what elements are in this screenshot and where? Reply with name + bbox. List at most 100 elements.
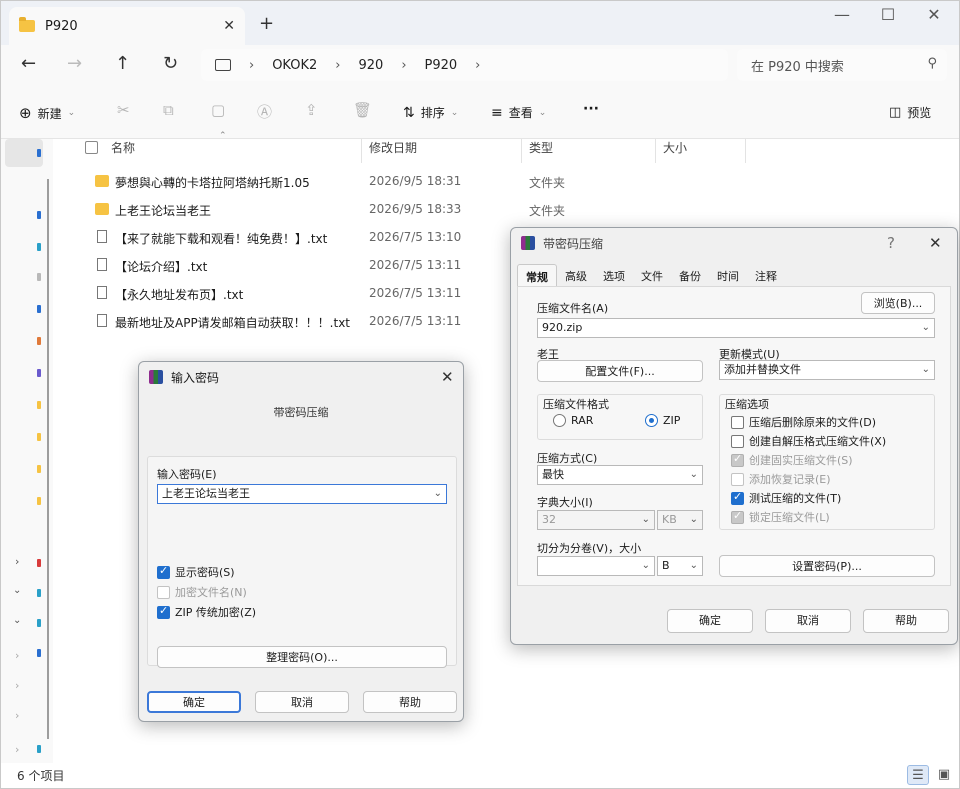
delete-after-checkbox[interactable]: 压缩后删除原来的文件(D) bbox=[731, 414, 876, 430]
zip-legacy-encryption-checkbox[interactable]: ZIP 传统加密(Z) bbox=[157, 604, 256, 620]
file-row[interactable]: 夢想與心轉的卡塔拉阿塔納托斯1.05 2026/9/5 18:31 文件夹 bbox=[89, 167, 689, 195]
copy-icon[interactable]: ⧉ bbox=[163, 101, 174, 119]
breadcrumb-920[interactable]: 920 bbox=[358, 58, 383, 73]
sidebar-item-icon[interactable] bbox=[37, 465, 41, 473]
sidebar-item-icon[interactable] bbox=[37, 559, 41, 567]
sidebar-item-icon[interactable] bbox=[37, 433, 41, 441]
share-icon[interactable]: ⇪ bbox=[305, 101, 318, 119]
delete-icon[interactable]: 🗑 bbox=[353, 101, 372, 119]
search-input[interactable]: 在 P920 中搜索 ⚲ bbox=[737, 49, 947, 81]
forward-icon[interactable]: → bbox=[67, 53, 82, 74]
address-bar[interactable]: › OKOK2 › 920 › P920 › bbox=[201, 49, 728, 81]
refresh-icon[interactable]: ↻ bbox=[163, 53, 178, 74]
column-header-size[interactable]: 大小 bbox=[663, 139, 687, 161]
browse-button[interactable]: 浏览(B)... bbox=[861, 292, 935, 314]
help-button[interactable]: 帮助 bbox=[363, 691, 457, 713]
sidebar-item-icon[interactable] bbox=[37, 149, 41, 157]
password-input[interactable]: 上老王论坛当老王 ⌄ bbox=[157, 484, 447, 504]
sidebar-item-icon[interactable] bbox=[37, 305, 41, 313]
format-rar-radio[interactable]: RAR bbox=[553, 414, 593, 427]
archive-name-field[interactable]: 920.zip ⌄ bbox=[537, 318, 935, 338]
close-icon[interactable]: ✕ bbox=[441, 368, 454, 386]
file-row[interactable]: 上老王论坛当老王 2026/9/5 18:33 文件夹 bbox=[89, 195, 689, 223]
sidebar-item-icon[interactable] bbox=[37, 619, 41, 627]
sidebar-item-icon[interactable] bbox=[37, 243, 41, 251]
chevron-right-icon[interactable]: › bbox=[15, 709, 19, 722]
maximize-icon[interactable]: ☐ bbox=[865, 5, 911, 24]
sfx-checkbox[interactable]: 创建自解压格式压缩文件(X) bbox=[731, 433, 886, 449]
ok-button[interactable]: 确定 bbox=[147, 691, 241, 713]
close-window-icon[interactable]: ✕ bbox=[911, 5, 957, 24]
chevron-right-icon[interactable]: › bbox=[15, 743, 19, 756]
split-size-input[interactable]: ⌄ bbox=[537, 556, 655, 576]
test-archive-checkbox[interactable]: 测试压缩的文件(T) bbox=[731, 490, 841, 506]
show-password-checkbox[interactable]: 显示密码(S) bbox=[157, 564, 235, 580]
compression-method-select[interactable]: 最快 ⌄ bbox=[537, 465, 703, 485]
paste-icon[interactable]: ▢ bbox=[211, 101, 225, 119]
column-header-date[interactable]: 修改日期 bbox=[369, 139, 417, 161]
cut-icon[interactable]: ✂ bbox=[117, 101, 130, 119]
column-divider[interactable] bbox=[361, 139, 362, 163]
column-divider[interactable] bbox=[745, 139, 746, 163]
chevron-down-icon[interactable]: ⌄ bbox=[922, 319, 930, 337]
encrypt-filenames-checkbox[interactable]: 加密文件名(N) bbox=[157, 584, 247, 600]
chevron-down-icon[interactable]: ⌄ bbox=[13, 585, 21, 596]
column-header-type[interactable]: 类型 bbox=[529, 139, 553, 161]
tab-close-icon[interactable]: ✕ bbox=[223, 18, 235, 34]
update-mode-select[interactable]: 添加并替换文件 ⌄ bbox=[719, 360, 935, 380]
format-zip-radio[interactable]: ZIP bbox=[645, 414, 680, 427]
chevron-down-icon[interactable]: ⌄ bbox=[434, 485, 442, 503]
chevron-right-icon[interactable]: › bbox=[15, 679, 19, 692]
sidebar-item-icon[interactable] bbox=[37, 401, 41, 409]
dictionary-size-select[interactable]: 32 ⌄ bbox=[537, 510, 655, 530]
tiles-view-icon[interactable]: ▣ bbox=[933, 765, 955, 785]
sidebar-item-icon[interactable] bbox=[37, 369, 41, 377]
cancel-button[interactable]: 取消 bbox=[765, 609, 851, 633]
up-icon[interactable]: ↑ bbox=[115, 53, 130, 74]
lock-archive-checkbox[interactable]: 锁定压缩文件(L) bbox=[731, 509, 830, 525]
sidebar-scrollbar[interactable] bbox=[47, 179, 49, 739]
profile-button[interactable]: 配置文件(F)... bbox=[537, 360, 703, 382]
breadcrumb-separator-icon[interactable]: › bbox=[475, 58, 480, 73]
chevron-right-icon[interactable]: › bbox=[15, 555, 19, 568]
tab-p920[interactable]: P920 ✕ bbox=[9, 7, 245, 45]
chevron-down-icon[interactable]: ⌄ bbox=[13, 615, 21, 626]
breadcrumb-p920[interactable]: P920 bbox=[425, 58, 458, 73]
sidebar-item-icon[interactable] bbox=[37, 745, 41, 753]
breadcrumb-okok2[interactable]: OKOK2 bbox=[272, 58, 317, 73]
sidebar-item-icon[interactable] bbox=[37, 497, 41, 505]
cancel-button[interactable]: 取消 bbox=[255, 691, 349, 713]
column-divider[interactable] bbox=[655, 139, 656, 163]
help-icon[interactable]: ? bbox=[887, 234, 895, 252]
sidebar-item-icon[interactable] bbox=[37, 211, 41, 219]
preview-button[interactable]: ◫ 预览 bbox=[889, 104, 931, 121]
solid-archive-checkbox[interactable]: 创建固实压缩文件(S) bbox=[731, 452, 853, 468]
minimize-icon[interactable]: — bbox=[819, 5, 865, 24]
new-tab-icon[interactable]: + bbox=[259, 13, 274, 34]
rename-icon[interactable]: Ⓐ bbox=[257, 101, 272, 122]
view-button[interactable]: ≡ 查看 ⌄ bbox=[491, 104, 546, 121]
sidebar-item-icon[interactable] bbox=[37, 589, 41, 597]
close-icon[interactable]: ✕ bbox=[929, 234, 942, 252]
ok-button[interactable]: 确定 bbox=[667, 609, 753, 633]
set-password-button[interactable]: 设置密码(P)... bbox=[719, 555, 935, 577]
column-header-name[interactable]: 名称 bbox=[111, 139, 135, 161]
organize-passwords-button[interactable]: 整理密码(O)... bbox=[157, 646, 447, 668]
details-view-icon[interactable]: ☰ bbox=[907, 765, 929, 785]
dictionary-unit-select[interactable]: KB ⌄ bbox=[657, 510, 703, 530]
sidebar-item-icon[interactable] bbox=[37, 337, 41, 345]
select-all-checkbox[interactable] bbox=[85, 141, 98, 154]
more-options-icon[interactable]: ··· bbox=[583, 101, 599, 117]
split-unit-select[interactable]: B ⌄ bbox=[657, 556, 703, 576]
new-button[interactable]: ⊕ 新建 ⌄ bbox=[19, 104, 75, 122]
file-date: 2026/9/5 18:33 bbox=[369, 202, 462, 216]
sidebar-item-icon[interactable] bbox=[37, 649, 41, 657]
back-icon[interactable]: ← bbox=[21, 53, 36, 74]
checkbox bbox=[731, 509, 744, 524]
recovery-record-checkbox[interactable]: 添加恢复记录(E) bbox=[731, 471, 831, 487]
help-button[interactable]: 帮助 bbox=[863, 609, 949, 633]
chevron-right-icon[interactable]: › bbox=[15, 649, 19, 662]
column-divider[interactable] bbox=[521, 139, 522, 163]
sort-button[interactable]: ⇅ 排序 ⌄ bbox=[403, 104, 458, 121]
sidebar-item-icon[interactable] bbox=[37, 273, 41, 281]
